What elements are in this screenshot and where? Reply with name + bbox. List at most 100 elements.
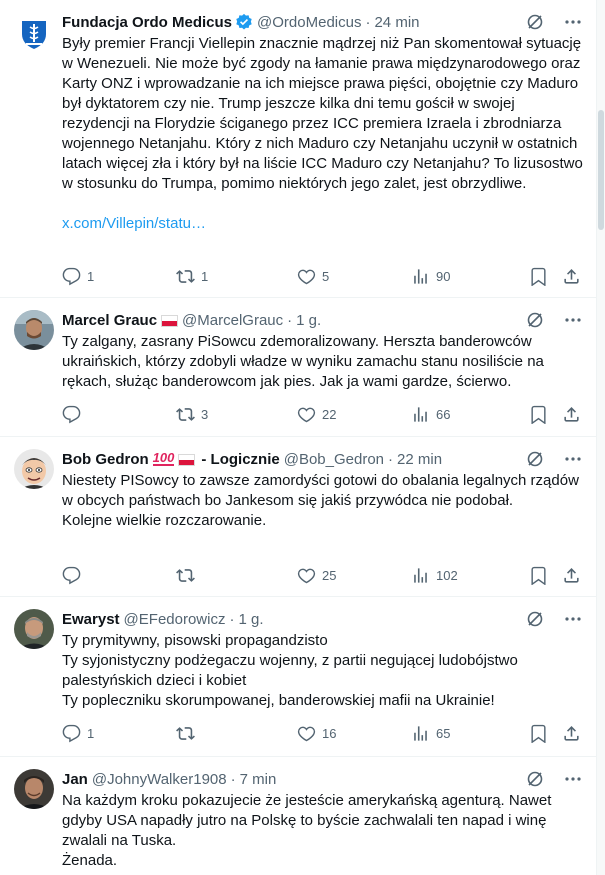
poland-flag-icon [178,454,196,466]
repost-button[interactable] [176,565,201,585]
scrollbar[interactable] [597,0,605,875]
bookmark-button[interactable] [529,723,548,743]
tweet-header: Bob Gedron 100 - Logicznie @Bob_Gedron ·… [62,449,583,469]
like-button[interactable]: 22 [297,404,336,424]
like-count: 22 [322,406,337,422]
reply-icon [62,267,81,285]
user-handle[interactable]: @OrdoMedicus [257,14,361,31]
display-name-suffix[interactable]: - Logicznie [201,451,279,468]
user-handle[interactable]: @Bob_Gedron [284,451,384,468]
separator-dot: · [388,450,394,468]
repost-icon [176,269,195,283]
reply-icon [62,724,81,742]
user-handle[interactable]: @JohnyWalker1908 [92,771,227,788]
display-name[interactable]: Marcel Grauc [62,312,157,329]
tweet-jan[interactable]: Jan @JohnyWalker1908 · 7 min Na każdym k… [0,757,596,875]
like-count: 5 [322,268,330,284]
bookmark-button[interactable] [529,266,548,286]
timestamp[interactable]: 7 min [240,771,277,788]
views-count: 65 [436,725,451,741]
views-count: 90 [436,268,451,284]
bookmark-icon [531,405,546,424]
avatar-marcel-grauc[interactable] [14,310,54,350]
views-icon [414,406,427,422]
like-icon [297,269,316,284]
bookmark-button[interactable] [529,565,548,585]
reply-button[interactable] [62,404,87,424]
tweet-ordo-medicus[interactable]: Fundacja Ordo Medicus @OrdoMedicus · 24 … [0,0,596,298]
like-count: 16 [322,725,337,741]
repost-count: 3 [201,406,209,422]
like-button[interactable]: 25 [297,565,336,585]
user-handle[interactable]: @EFedorowicz [124,611,226,628]
views-button[interactable]: 65 [411,723,450,743]
repost-button[interactable]: 1 [176,266,208,286]
repost-icon [176,726,195,740]
verified-badge-icon [236,13,252,30]
reply-icon [62,566,81,584]
reply-button[interactable]: 1 [62,266,94,286]
action-bar: 1 16 65 [62,723,584,743]
timestamp[interactable]: 22 min [397,451,442,468]
avatar-ewaryst[interactable] [14,609,54,649]
repost-button[interactable]: 3 [176,404,208,424]
views-button[interactable]: 102 [411,565,458,585]
bookmark-icon [531,566,546,585]
like-icon [297,407,316,422]
views-button[interactable]: 66 [411,404,450,424]
share-button[interactable] [562,404,581,424]
timeline-feed[interactable]: Fundacja Ordo Medicus @OrdoMedicus · 24 … [0,0,597,875]
tweet-ewaryst[interactable]: Ewaryst @EFedorowicz · 1 g. Ty prymitywn… [0,597,596,757]
share-icon [564,725,579,741]
share-icon [564,567,579,583]
views-icon [414,567,427,583]
repost-count: 1 [201,268,209,284]
timestamp[interactable]: 24 min [374,14,419,31]
scrollbar-thumb[interactable] [598,110,604,230]
repost-icon [176,568,195,582]
timestamp[interactable]: 1 g. [296,312,321,329]
tweet-bob-gedron[interactable]: Bob Gedron 100 - Logicznie @Bob_Gedron ·… [0,437,596,597]
avatar-bob-gedron[interactable] [14,449,54,489]
share-icon [564,406,579,422]
display-name[interactable]: Jan [62,771,88,788]
bookmark-icon [531,267,546,286]
avatar-ordo-medicus[interactable] [14,12,54,52]
display-name[interactable]: Bob Gedron [62,451,149,468]
user-handle[interactable]: @MarcelGrauc [182,312,283,329]
share-button[interactable] [562,565,581,585]
tweet-marcel-grauc[interactable]: Marcel Grauc @MarcelGrauc · 1 g. Ty zalg… [0,298,596,437]
separator-dot: · [287,311,293,329]
bookmark-button[interactable] [529,404,548,424]
bookmark-icon [531,724,546,743]
tweet-text: Ty zalgany, zasrany PiSowcu zdemoralizow… [62,333,544,390]
reply-button[interactable] [62,565,87,585]
repost-icon [176,407,195,421]
share-button[interactable] [562,723,581,743]
reply-count: 1 [87,268,95,284]
views-button[interactable]: 90 [411,266,450,286]
separator-dot: · [230,770,236,788]
reply-count: 1 [87,725,95,741]
views-count: 102 [436,567,458,583]
separator-dot: · [365,13,371,31]
avatar-jan[interactable] [14,769,54,809]
hundred-points-icon: 100 [152,450,175,466]
like-button[interactable]: 16 [297,723,336,743]
share-button[interactable] [562,266,581,286]
tweet-header: Jan @JohnyWalker1908 · 7 min [62,769,583,789]
display-name[interactable]: Fundacja Ordo Medicus [62,14,232,31]
like-icon [297,568,316,583]
like-button[interactable]: 5 [297,266,329,286]
repost-button[interactable] [176,723,201,743]
tweet-header: Fundacja Ordo Medicus @OrdoMedicus · 24 … [62,12,583,32]
timestamp[interactable]: 1 g. [238,611,263,628]
action-bar: 25 102 [62,565,584,585]
reply-button[interactable]: 1 [62,723,94,743]
views-icon [414,725,427,741]
tweet-link[interactable]: x.com/Villepin/statu… [62,214,583,234]
views-icon [414,268,427,284]
like-count: 25 [322,567,337,583]
views-count: 66 [436,406,451,422]
display-name[interactable]: Ewaryst [62,611,120,628]
